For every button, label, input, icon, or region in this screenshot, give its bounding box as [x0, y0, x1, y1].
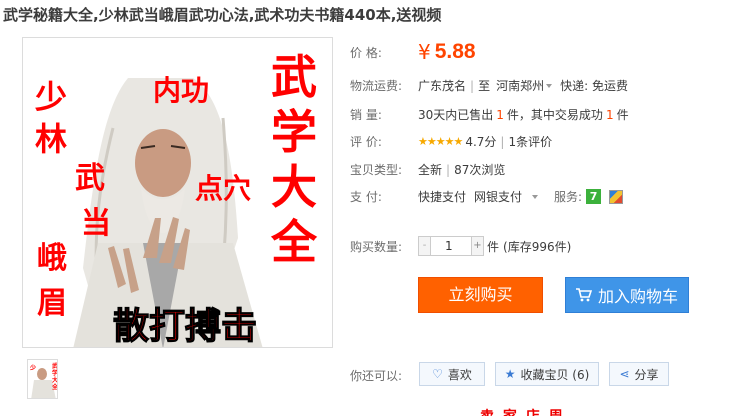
- thumb-title-char: 学: [52, 369, 58, 377]
- view-count: 87次浏览: [454, 163, 506, 177]
- share-button[interactable]: ⋖ 分享: [609, 362, 669, 386]
- quantity-label: 购买数量:: [350, 239, 403, 254]
- payment-label: 支 付:: [350, 190, 382, 204]
- svg-text:少: 少: [29, 364, 36, 372]
- quantity-row: 购买数量: - + 件 (库存996件): [350, 236, 571, 256]
- quantity-increase-button[interactable]: +: [471, 237, 483, 255]
- poster-title-char: 全: [270, 215, 318, 269]
- like-button[interactable]: ♡ 喜欢: [419, 362, 485, 386]
- product-main-image[interactable]: 少 林 内功 武 当 点穴 峨 眉 武 学 大 全 散打搏击: [22, 37, 333, 348]
- thumb-title-char: 大: [52, 376, 58, 384]
- poster-word: 峨: [37, 241, 67, 276]
- payment-method-bank: 网银支付: [474, 190, 523, 204]
- poster-title-char: 学: [271, 105, 317, 159]
- cart-icon: [575, 288, 592, 302]
- price-label: 价 格:: [350, 45, 382, 60]
- sold-count: 1: [496, 107, 504, 122]
- thumb-title-char: 武: [52, 362, 58, 370]
- poster-word: 眉: [37, 286, 67, 321]
- item-type-label: 宝贝类型:: [350, 163, 403, 177]
- ship-from: 广东茂名: [418, 79, 467, 93]
- to-label: 至: [478, 79, 491, 93]
- poster-word: 少: [35, 78, 67, 116]
- seven-day-return-badge[interactable]: 7: [586, 189, 602, 204]
- logistics-row: 物流运费: 广东茂名 | 至 河南郑州 快递: 免运费: [350, 77, 628, 94]
- add-to-cart-button[interactable]: 加入购物车: [565, 277, 689, 313]
- poster-word: 内功: [153, 74, 209, 107]
- quantity-input[interactable]: [431, 237, 471, 255]
- success-count: 1: [605, 107, 614, 122]
- rating-stars-icon: ★★★★★: [418, 135, 463, 148]
- payment-row: 支 付: 快捷支付 网银支付 服务: 7: [350, 188, 624, 205]
- quantity-stepper[interactable]: - +: [418, 236, 484, 256]
- chevron-down-icon[interactable]: [546, 83, 553, 88]
- poster-title-char: 武: [271, 50, 317, 104]
- favorite-button[interactable]: ★ 收藏宝贝 (6): [495, 362, 599, 386]
- service-label: 服务:: [554, 190, 583, 204]
- shipping-fee: 快递: 免运费: [560, 79, 628, 93]
- poster-word: 点穴: [195, 172, 251, 205]
- payment-method-quick: 快捷支付: [418, 190, 467, 204]
- star-icon: ★: [504, 367, 516, 381]
- poster-word: 林: [35, 120, 67, 158]
- ship-to-select[interactable]: 河南郑州: [496, 77, 544, 94]
- buy-now-button[interactable]: 立刻购买: [418, 277, 543, 313]
- poster-word: 武: [75, 161, 105, 196]
- rating-score: 4.7分: [465, 135, 497, 149]
- review-count-link[interactable]: 1条评价: [508, 133, 552, 150]
- currency-symbol: ¥: [418, 40, 431, 64]
- stock-count: (库存996件): [503, 239, 572, 254]
- credit-card-icon[interactable]: [609, 189, 624, 204]
- more-actions-label: 你还可以:: [350, 369, 403, 383]
- item-type-row: 宝贝类型: 全新 | 87次浏览: [350, 162, 506, 178]
- sales-label: 销 量:: [350, 108, 382, 122]
- price-row: 价 格: ¥ 5.88: [350, 40, 476, 64]
- item-condition: 全新: [418, 163, 443, 177]
- poster-word: 当: [81, 206, 111, 241]
- store-banner-text: 卖 家 店 周: [480, 406, 565, 416]
- chevron-down-icon[interactable]: [532, 194, 539, 199]
- logistics-label: 物流运费:: [350, 79, 403, 93]
- poster-bottom-text: 散打搏击: [113, 306, 257, 347]
- add-to-cart-label: 加入购物车: [597, 287, 678, 306]
- price-value: 5.88: [434, 40, 476, 63]
- product-title: 武学秘籍大全,少林武当峨眉武功心法,武术功夫书籍440本,送视频: [3, 6, 442, 24]
- poster-illustration: 少 林 内功 武 当 点穴 峨 眉 武 学 大 全 散打搏击: [35, 49, 319, 347]
- rating-row: 评 价: ★★★★★ 4.7分 | 1条评价: [350, 133, 553, 150]
- quantity-decrease-button[interactable]: -: [419, 237, 431, 255]
- poster-title-char: 大: [271, 160, 317, 214]
- share-icon: ⋖: [619, 367, 630, 381]
- sales-row: 销 量: 30天内已售出 1 件，其中交易成功 1 件: [350, 107, 629, 123]
- product-thumbnail[interactable]: 少 武学大全: [27, 359, 58, 399]
- heart-icon: ♡: [432, 367, 443, 381]
- thumb-title-char: 全: [51, 383, 58, 391]
- rating-label: 评 价:: [350, 135, 382, 149]
- thumbnail-illustration: 少 武学大全: [28, 360, 58, 398]
